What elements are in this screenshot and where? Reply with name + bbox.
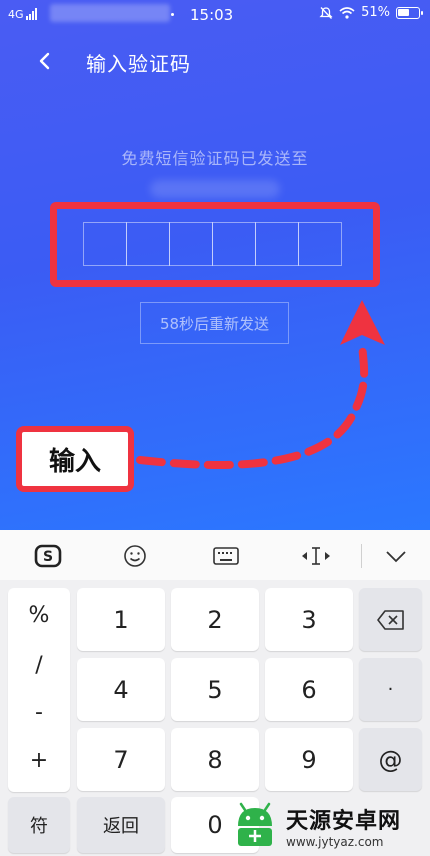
svg-text:S: S xyxy=(43,549,53,565)
backspace-key[interactable] xyxy=(359,588,422,651)
sogou-logo-icon[interactable]: S xyxy=(28,540,68,572)
backspace-icon xyxy=(376,609,404,630)
collapse-icon[interactable] xyxy=(376,540,416,572)
android-logo-icon xyxy=(238,802,272,846)
key-9[interactable]: 9 xyxy=(265,728,353,791)
cursor-icon[interactable] xyxy=(296,540,336,572)
key-3[interactable]: 3 xyxy=(265,588,353,651)
toolbar-divider xyxy=(361,544,362,568)
key-7[interactable]: 7 xyxy=(77,728,165,791)
key-percent[interactable]: % xyxy=(8,603,70,628)
key-1[interactable]: 1 xyxy=(77,588,165,651)
key-4[interactable]: 4 xyxy=(77,658,165,721)
key-plus[interactable]: + xyxy=(8,748,70,773)
key-8[interactable]: 8 xyxy=(171,728,259,791)
key-6[interactable]: 6 xyxy=(265,658,353,721)
site-watermark: 天源安卓网 www.jytyaz.com xyxy=(230,796,401,856)
key-symbols[interactable]: 符 xyxy=(8,797,70,853)
annotation-callout: 输入 xyxy=(16,426,134,492)
key-return[interactable]: 返回 xyxy=(77,797,165,853)
key-minus[interactable]: - xyxy=(8,700,70,725)
key-2[interactable]: 2 xyxy=(171,588,259,651)
watermark-name: 天源安卓网 xyxy=(286,809,402,834)
key-dot[interactable]: · xyxy=(359,658,422,721)
key-slash[interactable]: / xyxy=(8,653,70,678)
keyboard-toolbar: S xyxy=(0,530,430,580)
key-5[interactable]: 5 xyxy=(171,658,259,721)
watermark-url: www.jytyaz.com xyxy=(286,835,384,849)
key-at[interactable]: @ xyxy=(359,728,422,791)
keyboard-icon[interactable] xyxy=(206,540,246,572)
verification-screen: 4G 15:03 51% 输入验证码 免费短信验证码已发送至 58秒后重新发送 … xyxy=(0,0,430,530)
symbol-column: % / - + xyxy=(8,588,70,792)
emoji-icon[interactable] xyxy=(115,540,155,572)
